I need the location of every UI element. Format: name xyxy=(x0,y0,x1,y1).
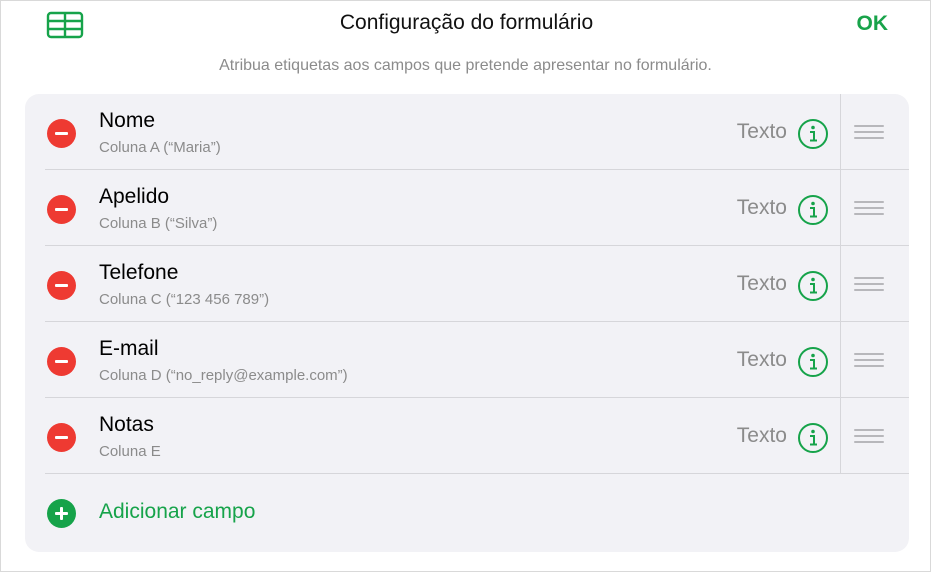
delete-field-button[interactable] xyxy=(47,195,76,224)
ok-button[interactable]: OK xyxy=(857,12,889,36)
drag-handle-icon[interactable] xyxy=(854,429,884,443)
add-icon[interactable] xyxy=(47,499,76,528)
divider xyxy=(840,170,841,246)
divider xyxy=(840,322,841,398)
delete-field-button[interactable] xyxy=(47,347,76,376)
drag-handle-icon[interactable] xyxy=(854,201,884,215)
divider xyxy=(840,94,841,170)
add-field-row[interactable]: Adicionar campo xyxy=(25,474,909,552)
field-label[interactable]: Nome xyxy=(99,109,155,133)
header: Configuração do formulário OK xyxy=(1,1,931,51)
divider xyxy=(840,398,841,474)
drag-handle-icon[interactable] xyxy=(854,125,884,139)
field-label[interactable]: Telefone xyxy=(99,261,178,285)
field-source-column: Coluna B (“Silva”) xyxy=(99,215,218,232)
field-type[interactable]: Texto xyxy=(737,348,787,372)
field-source-column: Coluna C (“123 456 789”) xyxy=(99,291,270,308)
field-type[interactable]: Texto xyxy=(737,424,787,448)
drag-handle-icon[interactable] xyxy=(854,353,884,367)
divider xyxy=(840,246,841,322)
info-icon[interactable] xyxy=(797,422,829,454)
field-row-nome: Nome Coluna A (“Maria”) Texto xyxy=(25,94,909,170)
field-source-column: Coluna E xyxy=(99,443,161,460)
field-row-email: E-mail Coluna D (“no_reply@example.com”)… xyxy=(25,322,909,398)
field-label[interactable]: E-mail xyxy=(99,337,159,361)
fields-list: Nome Coluna A (“Maria”) Texto Apelido Co… xyxy=(25,94,909,552)
delete-field-button[interactable] xyxy=(47,271,76,300)
info-icon[interactable] xyxy=(797,118,829,150)
field-row-telefone: Telefone Coluna C (“123 456 789”) Texto xyxy=(25,246,909,322)
field-row-notas: Notas Coluna E Texto xyxy=(25,398,909,474)
field-label[interactable]: Apelido xyxy=(99,185,169,209)
info-icon[interactable] xyxy=(797,194,829,226)
info-icon[interactable] xyxy=(797,346,829,378)
info-icon[interactable] xyxy=(797,270,829,302)
form-settings-panel: Configuração do formulário OK Atribua et… xyxy=(0,0,931,572)
field-type[interactable]: Texto xyxy=(737,272,787,296)
field-label[interactable]: Notas xyxy=(99,413,154,437)
instructions-text: Atribua etiquetas aos campos que pretend… xyxy=(219,57,712,74)
page-title: Configuração do formulário xyxy=(339,11,594,34)
field-source-column: Coluna A (“Maria”) xyxy=(99,139,221,156)
field-row-apelido: Apelido Coluna B (“Silva”) Texto xyxy=(25,170,909,246)
add-field-button[interactable]: Adicionar campo xyxy=(99,500,255,524)
drag-handle-icon[interactable] xyxy=(854,277,884,291)
delete-field-button[interactable] xyxy=(47,423,76,452)
delete-field-button[interactable] xyxy=(47,119,76,148)
field-type[interactable]: Texto xyxy=(737,196,787,220)
field-source-column: Coluna D (“no_reply@example.com”) xyxy=(99,367,348,384)
field-type[interactable]: Texto xyxy=(737,120,787,144)
